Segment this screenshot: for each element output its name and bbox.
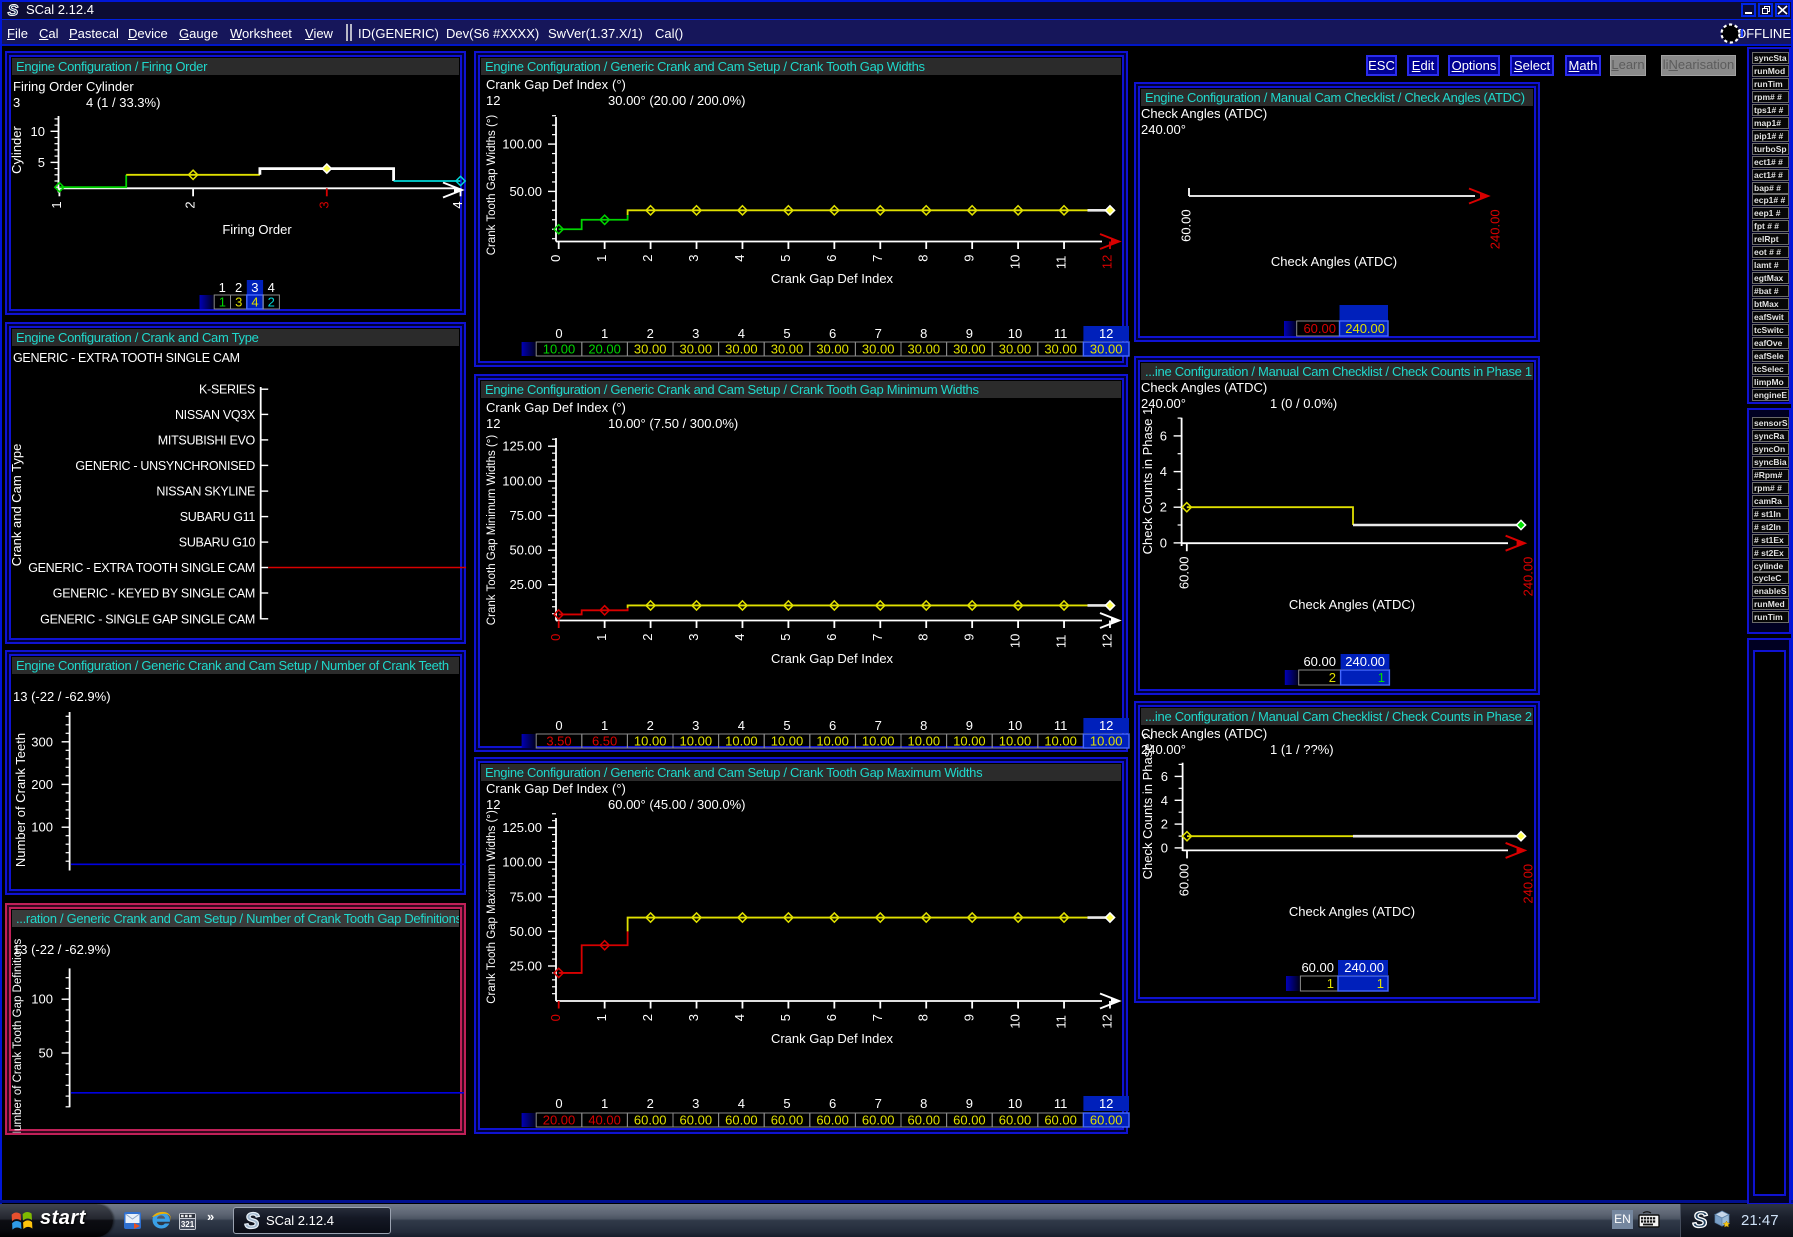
svg-text:S: S <box>8 3 19 20</box>
svg-text:321: 321 <box>181 1220 195 1229</box>
svg-text:S: S <box>1692 1208 1707 1232</box>
svg-text:S: S <box>244 1209 259 1233</box>
